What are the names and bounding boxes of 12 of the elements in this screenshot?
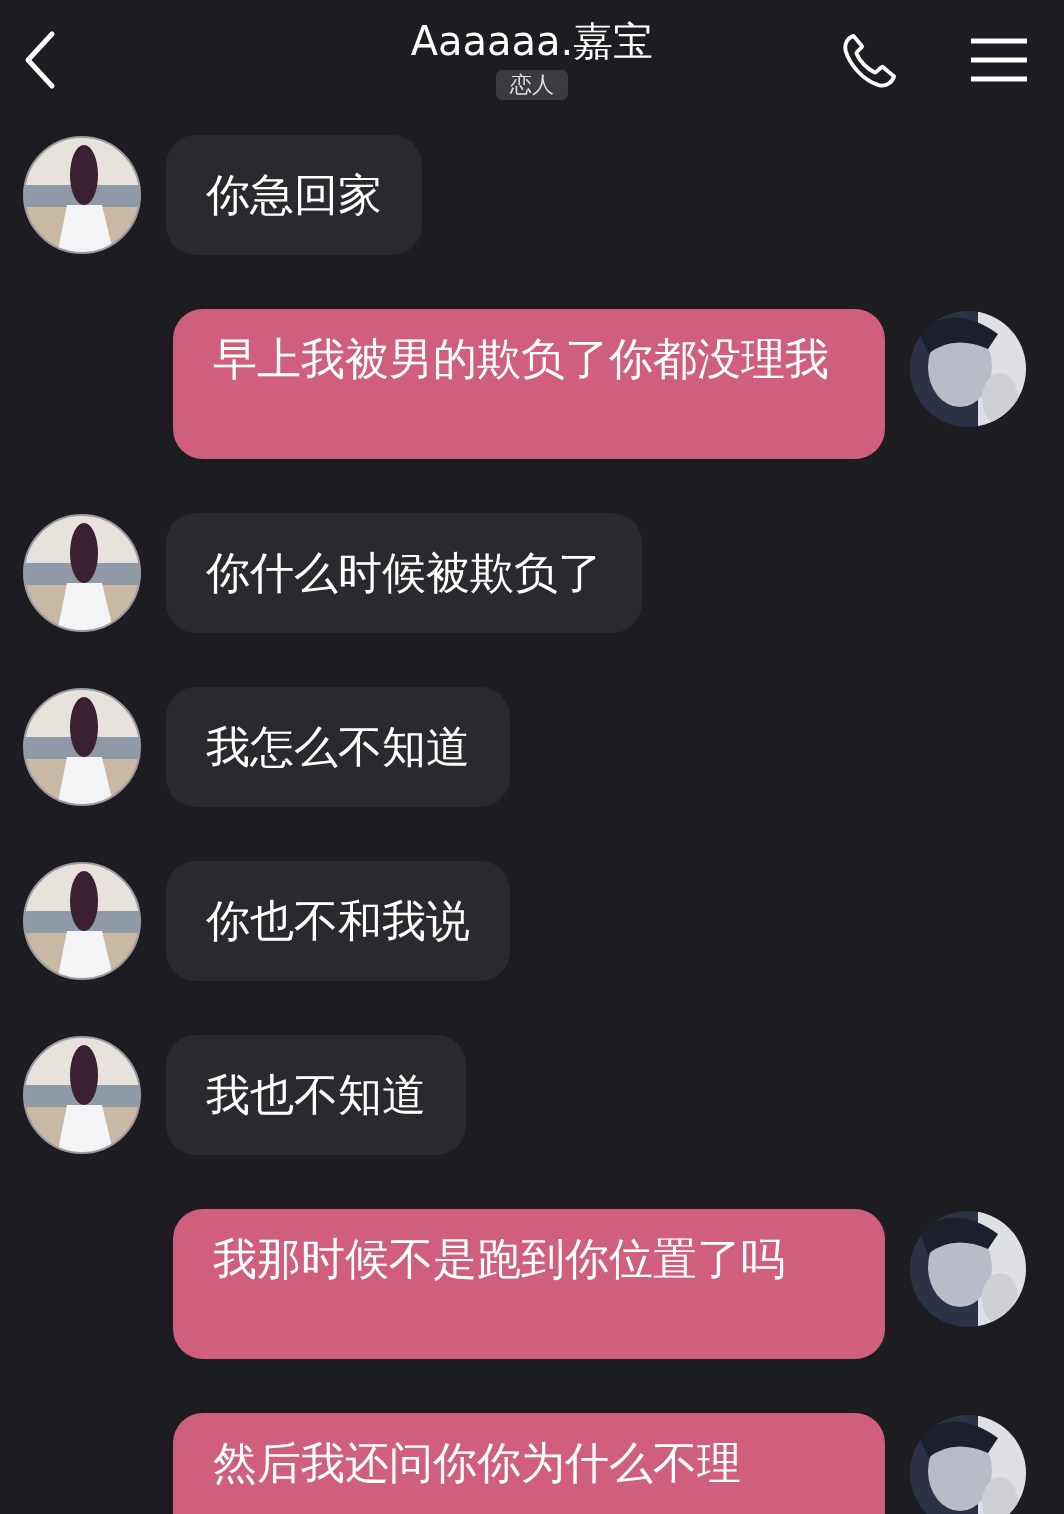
phone-icon[interactable] xyxy=(840,32,898,90)
received-message: 你什么时候被欺负了 xyxy=(166,513,642,633)
received-message: 我也不知道 xyxy=(166,1035,466,1155)
received-message: 我怎么不知道 xyxy=(166,687,510,807)
sent-message: 我那时候不是跑到你位置了吗 xyxy=(173,1209,885,1359)
menu-icon[interactable] xyxy=(971,38,1027,82)
received-message: 你也不和我说 xyxy=(166,861,510,981)
sent-message: 然后我还问你你为什么不理 xyxy=(173,1413,885,1514)
relationship-tag: 恋人 xyxy=(496,70,568,100)
sent-message: 早上我被男的欺负了你都没理我 xyxy=(173,309,885,459)
received-message: 你急回家 xyxy=(166,135,422,255)
chat-title: Aaaaaa.嘉宝 xyxy=(410,17,654,66)
